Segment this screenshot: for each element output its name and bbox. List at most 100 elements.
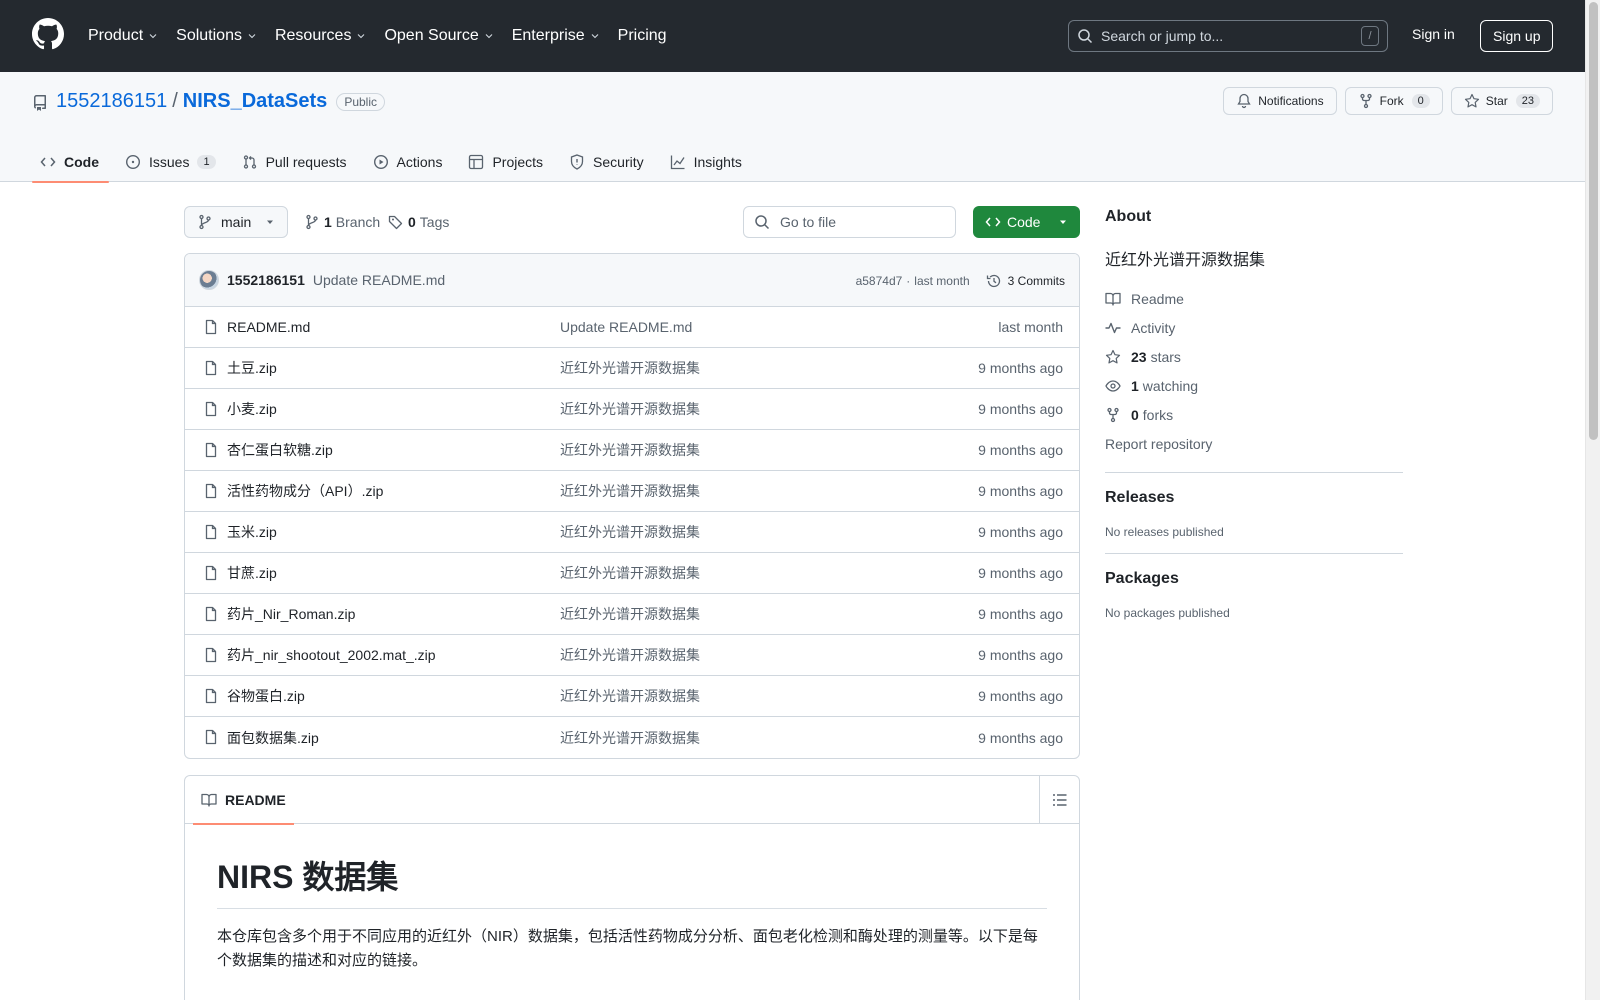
file-name-link[interactable]: 药片_nir_shootout_2002.mat_.zip: [227, 645, 436, 665]
page-scrollbar[interactable]: [1585, 0, 1600, 1000]
code-dropdown-button[interactable]: Code: [973, 206, 1080, 238]
file-name-link[interactable]: 甘蔗.zip: [227, 563, 277, 583]
file-name-link[interactable]: 小麦.zip: [227, 399, 277, 419]
file-commit-date: 9 months ago: [978, 729, 1063, 746]
file-row[interactable]: 活性药物成分（API）.zip 近红外光谱开源数据集 9 months ago: [185, 471, 1079, 512]
file-commit-message[interactable]: 近红外光谱开源数据集: [560, 645, 700, 665]
file-icon: [203, 688, 219, 704]
nav-open-source[interactable]: Open Source: [384, 27, 494, 45]
notifications-button[interactable]: Notifications: [1223, 87, 1337, 115]
nav-resources[interactable]: Resources: [275, 27, 367, 45]
fork-icon: [1359, 93, 1372, 109]
readme-link[interactable]: Readme: [1105, 284, 1403, 313]
commits-link[interactable]: 3 Commits: [986, 273, 1065, 289]
file-row[interactable]: 玉米.zip 近红外光谱开源数据集 9 months ago: [185, 512, 1079, 553]
tab-actions[interactable]: Actions: [365, 142, 453, 182]
chevron-down-icon: [358, 34, 365, 39]
file-name-link[interactable]: 玉米.zip: [227, 522, 277, 542]
commit-sha[interactable]: a5874d7: [856, 274, 903, 288]
file-commit-message[interactable]: Update README.md: [560, 319, 692, 335]
repo-path-separator: /: [172, 90, 178, 112]
commit-time: last month: [914, 273, 970, 288]
file-name-link[interactable]: 药片_Nir_Roman.zip: [227, 604, 355, 624]
file-icon: [203, 647, 219, 663]
tab-code[interactable]: Code: [32, 142, 109, 183]
go-to-file-input[interactable]: Go to file: [743, 206, 956, 238]
file-row[interactable]: 谷物蛋白.zip 近红外光谱开源数据集 9 months ago: [185, 676, 1079, 717]
report-repository-link[interactable]: Report repository: [1105, 429, 1403, 458]
tab-security[interactable]: Security: [561, 142, 654, 182]
file-commit-message[interactable]: 近红外光谱开源数据集: [560, 728, 700, 748]
file-row[interactable]: 土豆.zip 近红外光谱开源数据集 9 months ago: [185, 348, 1079, 389]
commit-message[interactable]: Update README.md: [313, 272, 445, 288]
file-row[interactable]: 药片_nir_shootout_2002.mat_.zip 近红外光谱开源数据集 9…: [185, 635, 1079, 676]
file-commit-date: 9 months ago: [978, 360, 1063, 376]
repo-owner-link[interactable]: 1552186151: [56, 90, 167, 113]
file-row[interactable]: 甘蔗.zip 近红外光谱开源数据集 9 months ago: [185, 553, 1079, 594]
file-name-link[interactable]: 土豆.zip: [227, 358, 277, 378]
file-row[interactable]: 药片_Nir_Roman.zip 近红外光谱开源数据集 9 months ago: [185, 594, 1079, 635]
nav-pricing[interactable]: Pricing: [618, 27, 667, 45]
nav-enterprise[interactable]: Enterprise: [512, 27, 601, 45]
file-commit-date: 9 months ago: [978, 565, 1063, 581]
tag-count: 0: [408, 214, 416, 230]
global-search-input[interactable]: Search or jump to... /: [1068, 20, 1388, 52]
author-avatar[interactable]: [199, 270, 219, 290]
readme-header: README: [185, 776, 1079, 825]
releases-heading[interactable]: Releases: [1105, 489, 1403, 507]
file-row[interactable]: 小麦.zip 近红外光谱开源数据集 9 months ago: [185, 389, 1079, 430]
tab-projects[interactable]: Projects: [460, 142, 553, 182]
visibility-badge: Public: [336, 92, 385, 111]
file-commit-message[interactable]: 近红外光谱开源数据集: [560, 440, 700, 460]
file-row[interactable]: 杏仁蛋白软糖.zip 近红外光谱开源数据集 9 months ago: [185, 430, 1079, 471]
file-commit-message[interactable]: 近红外光谱开源数据集: [560, 522, 700, 542]
list-unordered-icon: [1052, 794, 1066, 806]
file-commit-message[interactable]: 近红外光谱开源数据集: [560, 604, 700, 624]
pulse-icon: [1105, 322, 1121, 333]
file-commit-message[interactable]: 近红外光谱开源数据集: [560, 481, 700, 501]
readme-tab[interactable]: README: [193, 776, 294, 825]
nav-product[interactable]: Product: [88, 27, 159, 45]
commit-author[interactable]: 1552186151: [227, 272, 305, 288]
file-name-link[interactable]: 杏仁蛋白软糖.zip: [227, 440, 333, 460]
packages-heading[interactable]: Packages: [1105, 570, 1403, 588]
github-logo-icon[interactable]: [32, 18, 64, 50]
file-commit-message[interactable]: 近红外光谱开源数据集: [560, 686, 700, 706]
readme-tab-label: README: [225, 792, 286, 808]
fork-button[interactable]: Fork 0: [1344, 87, 1443, 115]
file-name-link[interactable]: 活性药物成分（API）.zip: [227, 481, 383, 501]
commits-count: 3 Commits: [1007, 273, 1065, 288]
stars-link[interactable]: 23 stars: [1105, 342, 1403, 371]
file-name-link[interactable]: README.md: [227, 319, 310, 335]
forks-link[interactable]: 0 forks: [1105, 400, 1403, 429]
file-row[interactable]: 面包数据集.zip 近红外光谱开源数据集 9 months ago: [185, 717, 1079, 758]
history-icon: [986, 274, 1000, 287]
repo-name-link[interactable]: NIRS_DataSets: [183, 90, 328, 113]
outline-button[interactable]: [1039, 776, 1079, 824]
file-commit-message[interactable]: 近红外光谱开源数据集: [560, 563, 700, 583]
sign-in-link[interactable]: Sign in: [1412, 26, 1455, 42]
file-commit-message[interactable]: 近红外光谱开源数据集: [560, 399, 700, 419]
nav-label: Enterprise: [511, 27, 585, 44]
branch-selector[interactable]: main: [184, 206, 288, 238]
stars-count: 23: [1131, 348, 1147, 365]
tags-link[interactable]: 0 Tags: [388, 206, 449, 238]
file-row[interactable]: README.md Update README.md last month: [185, 307, 1079, 348]
file-name-link[interactable]: 面包数据集.zip: [227, 728, 319, 748]
watchers-link[interactable]: 1 watching: [1105, 371, 1403, 400]
repo-description: 近红外光谱开源数据集: [1105, 252, 1266, 269]
tab-pull-requests[interactable]: Pull requests: [234, 142, 357, 182]
file-commit-message[interactable]: 近红外光谱开源数据集: [560, 358, 700, 378]
file-name-link[interactable]: 谷物蛋白.zip: [227, 686, 305, 706]
star-label: Star: [1485, 94, 1508, 108]
tab-issues[interactable]: Issues 1: [117, 142, 226, 182]
star-button[interactable]: Star 23: [1450, 87, 1553, 115]
file-commit-date: last month: [998, 319, 1063, 335]
tab-insights[interactable]: Insights: [662, 142, 752, 182]
sign-up-button[interactable]: Sign up: [1480, 20, 1554, 52]
scrollbar-thumb[interactable]: [1589, 2, 1598, 440]
branches-link[interactable]: 1 Branch: [304, 206, 380, 238]
nav-solutions[interactable]: Solutions: [176, 27, 258, 45]
activity-link[interactable]: Activity: [1105, 313, 1403, 342]
branch-name: main: [221, 214, 252, 230]
